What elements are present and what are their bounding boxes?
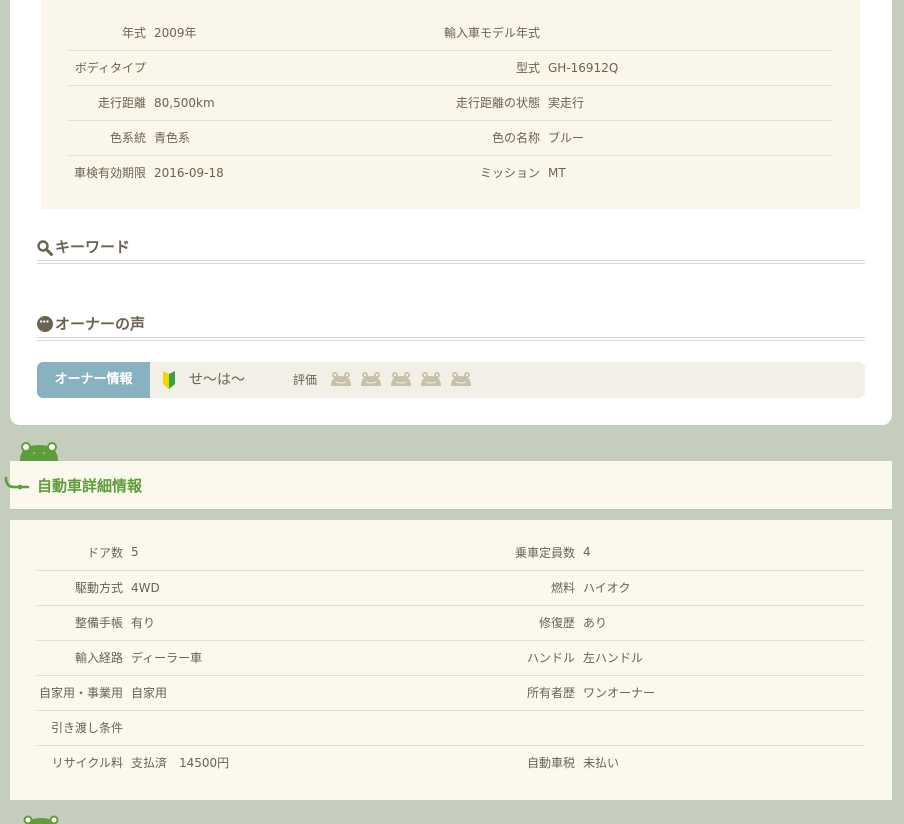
owner-info-tag: オーナー情報 (37, 362, 150, 398)
detail-value: 未払い (583, 756, 620, 771)
detail-label: 自家用・事業用 (38, 686, 123, 700)
spec-row: 年式 2009年 輸入車モデル年式 (69, 15, 833, 50)
detail-value: ディーラー車 (131, 651, 203, 665)
owner-voice-heading: オーナーの声 (37, 311, 865, 341)
detail-card: ドア数 5 乗車定員数 4 駆動方式 4WD 燃料 ハイオク整備手帳 有り 修復歴 あり輸入経路 ディ… (10, 520, 892, 800)
vehicle-info-card: 年式 2009年 輸入車モデル年式ボディタイプ 型式 GH-16912Q 走行距離 80,5… (10, 0, 892, 425)
detail-value: 支払済 14500円 (131, 756, 230, 771)
spec-label: 型式 (515, 61, 540, 75)
spec-label: 年式 (121, 25, 146, 40)
detail-table: ドア数 5 乗車定員数 4 駆動方式 4WD 燃料 ハイオク整備手帳 有り 修復歴 あり輸入経路 ディ… (37, 535, 865, 780)
owner-info-bar: オーナー情報 せ～は～ 評価 (37, 362, 865, 398)
detail-row: 整備手帳 有り 修復歴 あり (37, 605, 865, 640)
detail-value (575, 710, 865, 745)
spec-value (146, 50, 426, 85)
detail-value: 4WD (131, 580, 160, 595)
detail-title: 自動車詳細情報 (37, 477, 143, 495)
spec-value: 青色系 (154, 131, 191, 145)
detail-value: あり (583, 616, 608, 630)
detail-label: 自動車税 (526, 756, 575, 771)
rating-frog-icon (451, 372, 471, 386)
beginner-mark-icon (163, 371, 175, 389)
detail-label: 整備手帳 (74, 616, 123, 630)
search-icon (37, 240, 53, 256)
spec-table: 年式 2009年 輸入車モデル年式ボディタイプ 型式 GH-16912Q 走行距離 80,5… (69, 15, 833, 190)
rating-icons (330, 370, 472, 390)
detail-label: ハンドル (526, 651, 575, 665)
spec-row: ボディタイプ 型式 GH-16912Q (69, 50, 833, 85)
spec-value: 2009年 (154, 25, 197, 40)
detail-label (490, 710, 575, 745)
detail-value: ハイオク (583, 581, 631, 595)
spec-value: 2016-09-18 (154, 165, 224, 180)
spec-label: ミッション (479, 166, 540, 181)
spec-box: 年式 2009年 輸入車モデル年式ボディタイプ 型式 GH-16912Q 走行距離 80,5… (41, 0, 860, 209)
spec-label: ボディタイプ (74, 61, 146, 75)
spec-label: 走行距離の状態 (455, 96, 540, 110)
speech-bubble-icon (37, 311, 53, 333)
detail-row: ドア数 5 乗車定員数 4 (37, 535, 865, 570)
spec-value: ブルー (548, 131, 585, 145)
keyword-heading: キーワード (37, 236, 865, 264)
rating-frog-icon (361, 372, 381, 386)
detail-label: 輸入経路 (74, 651, 123, 665)
detail-value: 左ハンドル (583, 651, 644, 665)
detail-value: 5 (131, 545, 139, 560)
spec-value: MT (548, 165, 566, 180)
rating-label: 評価 (293, 373, 318, 387)
spec-value: GH-16912Q (548, 60, 619, 75)
detail-label: 所有者歴 (526, 686, 575, 700)
owner-voice-title: オーナーの声 (55, 315, 146, 333)
detail-row: リサイクル料 支払済 14500円 自動車税 未払い (37, 745, 865, 780)
rating-frog-icon (421, 372, 441, 386)
detail-value: 4 (583, 545, 591, 560)
owner-name[interactable]: せ～は～ (189, 362, 245, 398)
detail-value: 有り (131, 616, 156, 630)
detail-row: 自家用・事業用 自家用 所有者歴 ワンオーナー (37, 675, 865, 710)
rating-frog-icon (391, 372, 411, 386)
detail-row: 駆動方式 4WD 燃料 ハイオク (37, 570, 865, 605)
spec-value: 80,500km (154, 95, 215, 110)
spec-label: 色の名称 (491, 131, 540, 145)
spec-value (540, 15, 833, 50)
spec-label: 走行距離 (97, 96, 146, 110)
detail-label: 駆動方式 (74, 581, 123, 595)
detail-section-header: 自動車詳細情報 (10, 461, 892, 510)
detail-label: 乗車定員数 (514, 545, 575, 560)
detail-value: ワンオーナー (583, 686, 656, 700)
detail-label: 引き渡し条件 (50, 721, 123, 735)
spec-row: 色系統 青色系 色の名称 ブルー (69, 120, 833, 155)
spec-row: 走行距離 80,500km 走行距離の状態 実走行 (69, 85, 833, 120)
frog-hand-icon (4, 476, 30, 490)
detail-label: ドア数 (86, 545, 123, 560)
spec-label: 色系統 (109, 131, 146, 145)
detail-row: 輸入経路 ディーラー車 ハンドル 左ハンドル (37, 640, 865, 675)
spec-row: 車検有効期限 2016-09-18 ミッション MT (69, 155, 833, 190)
rating-frog-icon (331, 372, 351, 386)
detail-value (123, 710, 490, 745)
keyword-title: キーワード (55, 238, 131, 256)
detail-label: 修復歴 (538, 616, 575, 630)
spec-label: 車検有効期限 (73, 166, 146, 181)
detail-value: 自家用 (131, 686, 168, 700)
detail-label: 燃料 (550, 581, 575, 595)
detail-label: リサイクル料 (51, 756, 123, 771)
spec-value: 実走行 (548, 96, 585, 110)
detail-row: 引き渡し条件 (37, 710, 865, 745)
frog-mascot-icon (23, 815, 59, 824)
spec-label: 輸入車モデル年式 (443, 25, 540, 40)
